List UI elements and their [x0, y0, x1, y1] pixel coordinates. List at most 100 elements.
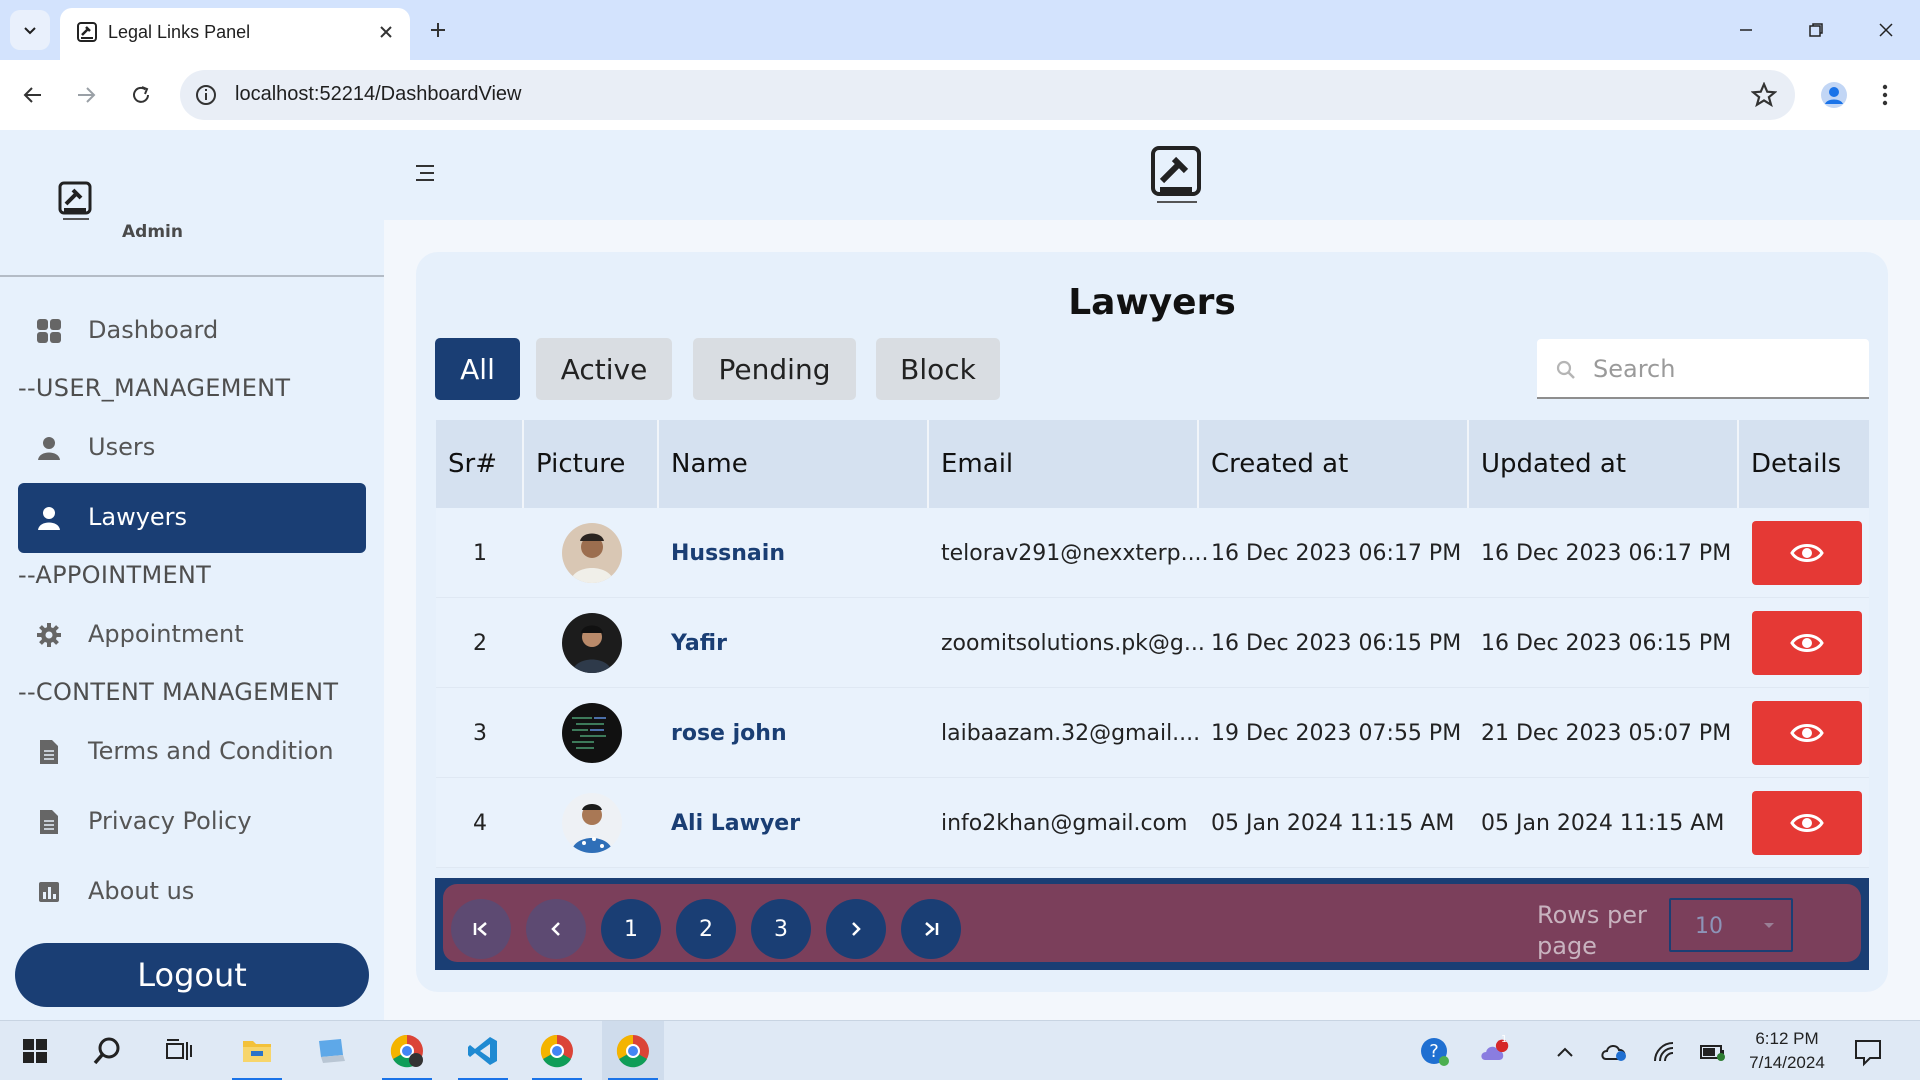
column-header-updated[interactable]: Updated at: [1469, 420, 1739, 508]
url-text[interactable]: localhost:52214/DashboardView: [235, 83, 522, 106]
sidebar-item-appointment[interactable]: Appointment: [18, 600, 366, 670]
legal-logo-icon: [77, 22, 97, 42]
vscode-icon: [468, 1037, 497, 1065]
new-tab-button[interactable]: [422, 14, 454, 46]
view-details-button[interactable]: [1752, 791, 1862, 855]
lawyer-name-link[interactable]: Ali Lawyer: [671, 778, 800, 868]
cell-email: info2khan@gmail.com: [941, 810, 1188, 836]
minimize-button[interactable]: [1728, 12, 1764, 48]
rows-per-page-select[interactable]: 10: [1669, 898, 1793, 952]
help-tray-icon[interactable]: ?: [1420, 1037, 1450, 1067]
column-header-details: Details: [1751, 449, 1842, 479]
address-bar[interactable]: localhost:52214/DashboardView: [180, 70, 1795, 120]
lawyer-name-link[interactable]: Hussnain: [671, 508, 785, 598]
page-1-button[interactable]: 1: [601, 899, 661, 959]
computer-icon: [319, 1039, 345, 1063]
show-hidden-icons-button[interactable]: [1550, 1037, 1580, 1067]
profile-button[interactable]: [1815, 76, 1853, 114]
restore-icon: [1809, 23, 1823, 37]
sidebar-item-users[interactable]: Users: [18, 413, 366, 483]
sidebar-item-label: Privacy Policy: [88, 807, 252, 835]
column-header-name[interactable]: Name: [659, 420, 929, 508]
column-header-sr[interactable]: Sr#: [436, 420, 524, 508]
clock-date: 7/14/2024: [1749, 1053, 1825, 1072]
eye-icon: [1790, 814, 1824, 832]
view-details-button[interactable]: [1752, 521, 1862, 585]
page-3-button[interactable]: 3: [751, 899, 811, 959]
onedrive-tray-icon[interactable]: [1600, 1037, 1630, 1067]
network-tray-icon[interactable]: [1650, 1037, 1680, 1067]
reload-icon: [133, 86, 149, 103]
cell-email: zoomitsolutions.pk@g...: [941, 630, 1205, 656]
previous-page-button[interactable]: [526, 899, 586, 959]
restore-button[interactable]: [1798, 12, 1834, 48]
chrome-icon: [616, 1034, 649, 1068]
file-explorer-taskbar-item[interactable]: [226, 1021, 288, 1080]
logout-button[interactable]: Logout: [15, 943, 369, 1007]
sidebar-item-lawyers[interactable]: Lawyers: [18, 483, 366, 553]
tab-search-button[interactable]: [10, 10, 50, 50]
teams-tray-icon[interactable]: 1: [1480, 1034, 1510, 1067]
sidebar-item-terms[interactable]: Terms and Condition: [18, 717, 366, 787]
next-page-button[interactable]: [826, 899, 886, 959]
caret-down-icon: [1764, 923, 1774, 928]
dashboard-icon: [37, 319, 61, 343]
section-user-management: --USER_MANAGEMENT: [18, 374, 291, 402]
close-icon: [1879, 23, 1893, 37]
start-button[interactable]: [4, 1021, 66, 1080]
task-view-button[interactable]: [148, 1021, 210, 1080]
filter-block-button[interactable]: Block: [876, 338, 1000, 400]
notification-center-icon[interactable]: [1853, 1037, 1883, 1067]
close-window-button[interactable]: [1868, 12, 1904, 48]
filter-pending-button[interactable]: Pending: [693, 338, 856, 400]
page-2-button[interactable]: 2: [676, 899, 736, 959]
sidebar-item-label: Users: [88, 433, 156, 461]
first-page-button[interactable]: [451, 899, 511, 959]
battery-tray-icon[interactable]: [1698, 1037, 1728, 1067]
info-icon[interactable]: [194, 83, 218, 107]
cell-updated-at: 16 Dec 2023 06:17 PM: [1481, 540, 1732, 566]
arrow-right-icon: [78, 87, 96, 103]
this-pc-taskbar-item[interactable]: [300, 1021, 362, 1080]
sidebar-item-label: Dashboard: [88, 316, 219, 344]
last-page-button[interactable]: [901, 899, 961, 959]
help-icon: ?: [1421, 1038, 1449, 1066]
filter-active-button[interactable]: Active: [536, 338, 672, 400]
lawyer-name-link[interactable]: rose john: [671, 688, 787, 778]
chrome-dev-taskbar-item[interactable]: [376, 1021, 438, 1080]
hamburger-icon[interactable]: [414, 162, 436, 184]
chrome-taskbar-item[interactable]: [526, 1021, 588, 1080]
column-header-email[interactable]: Email: [929, 420, 1199, 508]
filter-all-button[interactable]: All: [435, 338, 520, 400]
view-details-button[interactable]: [1752, 701, 1862, 765]
view-details-button[interactable]: [1752, 611, 1862, 675]
search-box[interactable]: [1537, 339, 1869, 399]
browser-tab[interactable]: Legal Links Panel: [60, 8, 410, 60]
forward-button[interactable]: [67, 76, 105, 114]
star-icon[interactable]: [1751, 82, 1777, 108]
chrome-active-taskbar-item[interactable]: [602, 1021, 664, 1080]
taskbar-clock[interactable]: 6:12 PM 7/14/2024: [1742, 1027, 1832, 1075]
sidebar-item-about[interactable]: About us: [18, 857, 366, 927]
rows-per-page-value: 10: [1695, 914, 1723, 939]
minimize-icon: [1740, 29, 1752, 31]
lawyer-name-link[interactable]: Yafir: [671, 598, 727, 688]
user-icon: [38, 437, 60, 460]
folder-icon: [243, 1041, 271, 1062]
reload-button[interactable]: [122, 76, 160, 114]
chevron-up-icon: [1557, 1047, 1573, 1057]
sidebar-item-dashboard[interactable]: Dashboard: [18, 296, 366, 366]
column-header-created[interactable]: Created at: [1199, 420, 1469, 508]
back-button[interactable]: [14, 76, 52, 114]
vscode-taskbar-item[interactable]: [452, 1021, 514, 1080]
browser-menu-button[interactable]: [1870, 76, 1900, 114]
section-content-management: --CONTENT MANAGEMENT: [18, 678, 339, 706]
sidebar-item-privacy[interactable]: Privacy Policy: [18, 787, 366, 857]
taskbar-search-button[interactable]: [76, 1021, 138, 1080]
user-icon: [38, 507, 60, 530]
eye-icon: [1790, 544, 1824, 562]
tab-close-button[interactable]: [374, 20, 398, 44]
notification-count: 1: [1501, 1034, 1508, 1045]
column-header-picture[interactable]: Picture: [524, 420, 659, 508]
search-input[interactable]: [1593, 351, 1853, 387]
